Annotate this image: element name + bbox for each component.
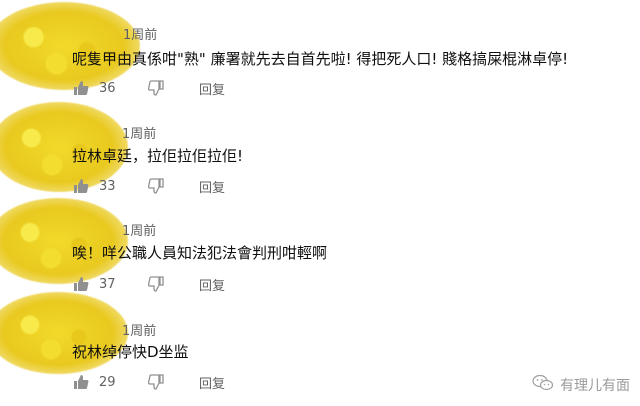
- comment-timestamp: 1周前: [122, 224, 157, 239]
- comment-actions: 36 回复: [72, 76, 225, 100]
- like-count: 36: [99, 80, 116, 96]
- reply-button[interactable]: 回复: [199, 373, 225, 392]
- thumbs-up-icon[interactable]: [72, 373, 90, 391]
- thumbs-down-icon[interactable]: [147, 177, 165, 195]
- watermark-text: 有理儿有面: [560, 378, 630, 394]
- reply-button[interactable]: 回复: [199, 177, 225, 196]
- comment-actions: 33 回复: [72, 174, 225, 198]
- reply-button[interactable]: 回复: [199, 79, 225, 98]
- like-button[interactable]: 36: [72, 79, 121, 97]
- like-count: 33: [99, 178, 116, 194]
- comment-item: 1周前 呢隻甲由真係咁"熟" 廉署就先去自首先啦! 得把死人口! 賤格搞屎棍淋卓…: [0, 0, 640, 98]
- thumbs-up-icon[interactable]: [72, 177, 90, 195]
- comment-text: 呢隻甲由真係咁"熟" 廉署就先去自首先啦! 得把死人口! 賤格搞屎棍淋卓停!: [72, 50, 569, 68]
- comment-item: 1周前 唉！咩公職人員知法犯法會判刑咁輕啊 37 回复: [0, 198, 640, 294]
- like-count: 29: [99, 374, 116, 390]
- thumbs-down-icon[interactable]: [147, 79, 165, 97]
- watermark: 有理儿有面: [532, 374, 630, 396]
- wechat-icon: [532, 374, 554, 396]
- comment-text: 拉林卓廷，拉佢拉佢拉佢!: [72, 147, 244, 165]
- thumbs-up-icon[interactable]: [72, 79, 90, 97]
- comment-text: 祝林绰停快D坐监: [72, 343, 189, 361]
- like-button[interactable]: 29: [72, 373, 121, 391]
- comment-timestamp: 1周前: [122, 324, 157, 339]
- comment-timestamp: 1周前: [122, 127, 157, 142]
- comment-item: 1周前 拉林卓廷，拉佢拉佢拉佢! 33 回复: [0, 100, 640, 196]
- comment-actions: 29 回复: [72, 370, 225, 394]
- comment-item: 1周前 祝林绰停快D坐监 29 回复: [0, 290, 640, 392]
- comment-text: 唉！咩公職人員知法犯法會判刑咁輕啊: [72, 244, 328, 262]
- comment-timestamp: 1周前: [123, 28, 158, 43]
- thumbs-down-icon[interactable]: [147, 373, 165, 391]
- like-button[interactable]: 33: [72, 177, 121, 195]
